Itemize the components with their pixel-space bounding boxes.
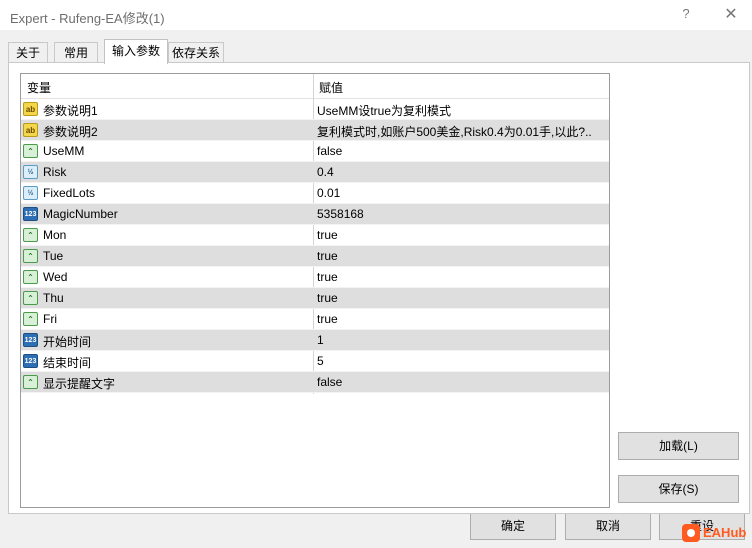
text-icon: ab: [23, 102, 38, 116]
grid-header: 变量 赋值: [21, 74, 609, 99]
parameter-row[interactable]: ½ FixedLots 0.01: [21, 183, 609, 204]
parameter-value[interactable]: 0.01: [317, 186, 605, 200]
close-icon[interactable]: ✕: [716, 4, 746, 24]
parameter-row[interactable]: ⌃ Tue true: [21, 246, 609, 267]
help-icon[interactable]: ?: [674, 6, 698, 24]
parameter-value[interactable]: 5358168: [317, 207, 605, 221]
int-icon: 123: [23, 333, 38, 347]
parameter-value[interactable]: false: [317, 144, 605, 158]
tab-common[interactable]: 常用: [54, 42, 98, 63]
parameter-row[interactable]: 123 结束时间 5: [21, 351, 609, 372]
parameter-row[interactable]: ⌃ UseMM false: [21, 141, 609, 162]
parameter-value[interactable]: 1: [317, 333, 605, 347]
text-icon: ab: [23, 123, 38, 137]
parameter-name: UseMM: [43, 144, 85, 158]
parameter-value[interactable]: UseMM设true为复利模式: [317, 102, 605, 119]
parameter-name: Mon: [43, 228, 67, 242]
parameter-name: FixedLots: [43, 186, 96, 200]
eahub-logo-icon: [682, 524, 700, 542]
parameter-row[interactable]: 123 MagicNumber 5358168: [21, 204, 609, 225]
bool-icon: ⌃: [23, 375, 38, 389]
parameter-value[interactable]: true: [317, 270, 605, 284]
parameter-name: MagicNumber: [43, 207, 118, 221]
load-button[interactable]: 加载(L): [618, 432, 739, 460]
bool-icon: ⌃: [23, 312, 38, 326]
parameter-rows: ab 参数说明1 UseMM设true为复利模式 ab 参数说明2 复利模式时,如账户50…: [21, 99, 609, 393]
parameter-value[interactable]: true: [317, 291, 605, 305]
parameter-name: 显示提醒文字: [43, 377, 116, 391]
parameter-value[interactable]: true: [317, 228, 605, 242]
parameter-name: Fri: [43, 312, 57, 326]
window-title: Expert - Rufeng-EA修改(1): [10, 11, 165, 26]
parameter-row[interactable]: ½ Risk 0.4: [21, 162, 609, 183]
parameter-row[interactable]: ⌃ Mon true: [21, 225, 609, 246]
parameter-value[interactable]: false: [317, 375, 605, 389]
watermark-text: EAHub: [703, 525, 747, 540]
double-icon: ½: [23, 186, 38, 200]
parameter-name: 参数说明1: [43, 104, 98, 118]
parameter-name: 结束时间: [43, 356, 92, 370]
cancel-button[interactable]: 取消: [565, 512, 651, 540]
ok-button[interactable]: 确定: [470, 512, 556, 540]
bool-icon: ⌃: [23, 270, 38, 284]
parameters-grid: 变量 赋值 ab 参数说明1 UseMM设true为复利模式 ab 参数说明2 复利模式时…: [20, 73, 610, 508]
title-bar: Expert - Rufeng-EA修改(1) ? ✕: [0, 0, 752, 30]
parameter-name: 开始时间: [43, 335, 92, 349]
parameter-row[interactable]: ab 参数说明2 复利模式时,如账户500美金,Risk0.4为0.01手,以此?.…: [21, 120, 609, 141]
bool-icon: ⌃: [23, 144, 38, 158]
parameter-name: Thu: [43, 291, 64, 305]
parameter-row[interactable]: ⌃ Thu true: [21, 288, 609, 309]
tab-dependencies[interactable]: 依存关系: [168, 42, 224, 63]
parameter-value[interactable]: true: [317, 312, 605, 326]
parameter-row[interactable]: ab 参数说明1 UseMM设true为复利模式: [21, 99, 609, 120]
parameter-name: Risk: [43, 165, 67, 179]
parameter-value[interactable]: true: [317, 249, 605, 263]
parameter-row[interactable]: ⌃ Wed true: [21, 267, 609, 288]
bool-icon: ⌃: [23, 249, 38, 263]
parameter-name: 参数说明2: [43, 125, 98, 139]
header-value[interactable]: 赋值: [319, 79, 343, 96]
header-variable[interactable]: 变量: [27, 79, 51, 96]
parameter-row[interactable]: 123 开始时间 1: [21, 330, 609, 351]
parameter-row[interactable]: ⌃ Fri true: [21, 309, 609, 330]
bool-icon: ⌃: [23, 291, 38, 305]
save-button[interactable]: 保存(S): [618, 475, 739, 503]
parameter-name: Wed: [43, 270, 68, 284]
parameter-name: Tue: [43, 249, 64, 263]
dialog-client-area: 关于 常用 输入参数 依存关系 变量 赋值 ab 参数说明1 UseMM设true为…: [0, 30, 752, 548]
double-icon: ½: [23, 165, 38, 179]
parameter-value[interactable]: 复利模式时,如账户500美金,Risk0.4为0.01手,以此?..: [317, 123, 605, 140]
parameter-value[interactable]: 0.4: [317, 165, 605, 179]
inputs-panel: 变量 赋值 ab 参数说明1 UseMM设true为复利模式 ab 参数说明2 复利模式时…: [8, 62, 750, 514]
int-icon: 123: [23, 354, 38, 368]
parameter-value[interactable]: 5: [317, 354, 605, 368]
parameter-row[interactable]: ⌃ 显示提醒文字 false: [21, 372, 609, 393]
bool-icon: ⌃: [23, 228, 38, 242]
tab-about[interactable]: 关于: [8, 42, 48, 63]
tab-inputs[interactable]: 输入参数: [104, 39, 168, 64]
int-icon: 123: [23, 207, 38, 221]
